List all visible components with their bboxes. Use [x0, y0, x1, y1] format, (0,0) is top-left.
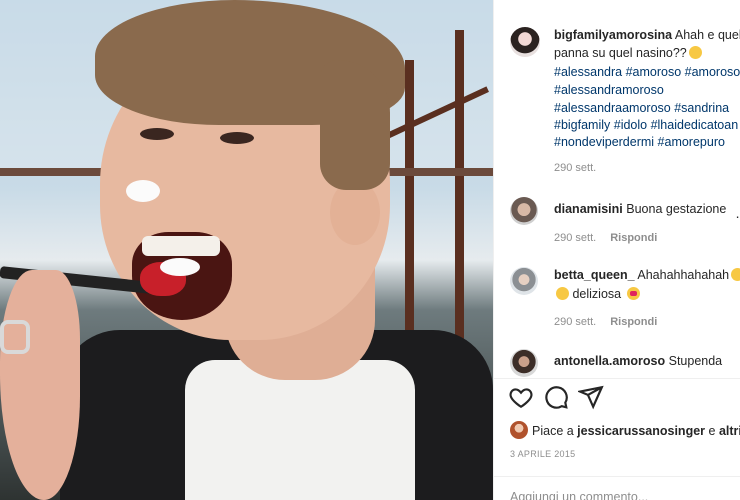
caption-text-2: panna su quel nasino??: [554, 46, 687, 60]
teeth: [142, 236, 220, 256]
laughing-emoji-icon: [688, 46, 702, 59]
heart-eyes-emoji-icon: [626, 287, 640, 300]
action-bar: [494, 384, 740, 412]
comment-text-line-2: deliziosa: [554, 285, 640, 303]
comment-text: dianamisini Buona gestazione: [554, 200, 726, 218]
likes-summary[interactable]: Piace a jessicarussanosinger e altri 38: [510, 421, 740, 439]
comment-body-2: deliziosa: [569, 287, 625, 301]
comment-icon[interactable]: [543, 384, 569, 410]
author-avatar[interactable]: [510, 27, 540, 57]
eye-left: [140, 128, 174, 140]
reply-button[interactable]: Rispondi: [610, 232, 657, 244]
caption-line-1: bigfamilyamorosina Ahah e quella: [554, 26, 740, 44]
liker-avatar: [510, 421, 528, 439]
author-username[interactable]: bigfamilyamorosina: [554, 28, 672, 42]
commenter-avatar[interactable]: [510, 349, 538, 377]
hashtag-line[interactable]: #alessandra #amoroso #amorosoo: [554, 63, 740, 81]
add-comment-input[interactable]: Aggiungi un commento...: [510, 490, 648, 500]
commenter-username[interactable]: antonella.amoroso: [554, 354, 665, 368]
window-frame: [455, 30, 464, 360]
divider: [494, 378, 740, 379]
post-photo[interactable]: [0, 0, 493, 500]
comment-meta: 290 sett. Rispondi: [554, 232, 657, 244]
caption-line-2: panna su quel nasino??: [554, 44, 702, 62]
liker-username[interactable]: jessicarussanosinger: [577, 424, 705, 438]
divider: [494, 476, 740, 477]
likes-middle: e: [705, 424, 719, 438]
window-frame: [405, 60, 414, 360]
caption-time[interactable]: 290 sett.: [554, 162, 596, 174]
hashtag-line[interactable]: #alessandramoroso: [554, 81, 664, 99]
commenter-username[interactable]: betta_queen_: [554, 268, 635, 282]
comment-text: antonella.amoroso Stupenda: [554, 352, 722, 370]
eye-right: [220, 132, 254, 144]
comment-body: Stupenda: [665, 354, 723, 368]
share-icon[interactable]: [578, 384, 604, 410]
hashtag-line[interactable]: #nondeviperdermi #amorepuro: [554, 133, 725, 151]
cream-on-spoon: [160, 258, 200, 276]
laughing-emoji-icon: [556, 287, 569, 300]
commenter-avatar[interactable]: [510, 267, 538, 295]
commenter-username[interactable]: dianamisini: [554, 202, 623, 216]
comment-meta: 290 sett. Rispondi: [554, 316, 657, 328]
ring: [0, 320, 30, 354]
heart-icon[interactable]: [508, 384, 534, 410]
caption-text: Ahah e quella: [674, 28, 740, 42]
more-options-icon[interactable]: …: [735, 205, 740, 221]
comment-text: betta_queen_ Ahahahhahahah: [554, 266, 740, 284]
comment-time[interactable]: 290 sett.: [554, 232, 596, 244]
others-count[interactable]: altri 38: [719, 424, 740, 438]
post-side-panel: bigfamilyamorosina Ahah e quella panna s…: [493, 0, 740, 500]
hand: [0, 270, 80, 500]
post-date[interactable]: 3 APRILE 2015: [510, 449, 575, 459]
comment-body: Buona gestazione: [622, 202, 727, 216]
laughing-emoji-icon: [731, 268, 740, 281]
hashtag-line[interactable]: #bigfamily #idolo #lhaidedicatoan: [554, 116, 738, 134]
likes-prefix: Piace a: [532, 424, 578, 438]
comment-time[interactable]: 290 sett.: [554, 316, 596, 328]
reply-button[interactable]: Rispondi: [610, 316, 657, 328]
cream-on-nose: [126, 180, 160, 202]
comment-body: Ahahahhahahah: [634, 268, 730, 282]
commenter-avatar[interactable]: [510, 197, 538, 225]
comments-list[interactable]: bigfamilyamorosina Ahah e quella panna s…: [494, 0, 740, 378]
hashtag-line[interactable]: #alessandraamoroso #sandrina: [554, 99, 729, 117]
shirt: [185, 360, 415, 500]
